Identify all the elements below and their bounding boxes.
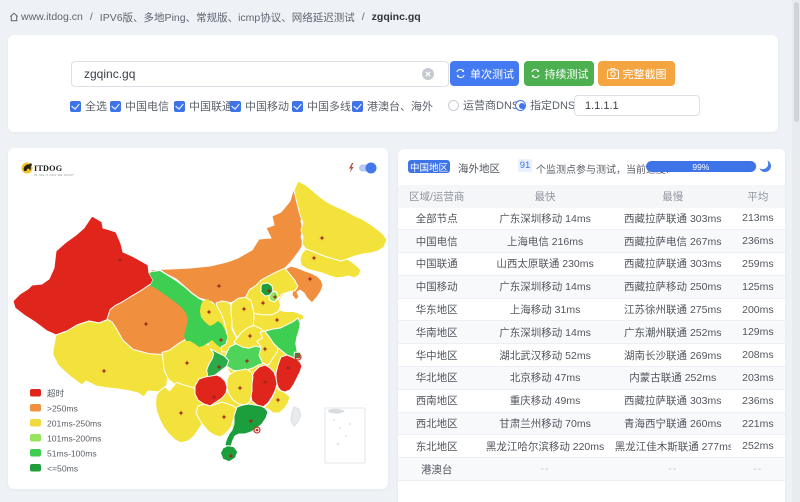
svg-text:IN THE IT DOG WE TRUST: IN THE IT DOG WE TRUST — [34, 173, 74, 177]
svg-text:ITDOG: ITDOG — [34, 164, 63, 173]
svg-text:51ms-100ms: 51ms-100ms — [47, 449, 97, 459]
svg-text:<=50ms: <=50ms — [47, 464, 78, 474]
svg-text:>250ms: >250ms — [47, 404, 78, 414]
svg-text:超时: 超时 — [47, 388, 65, 399]
svg-text:201ms-250ms: 201ms-250ms — [47, 419, 101, 429]
svg-text:101ms-200ms: 101ms-200ms — [47, 434, 101, 444]
